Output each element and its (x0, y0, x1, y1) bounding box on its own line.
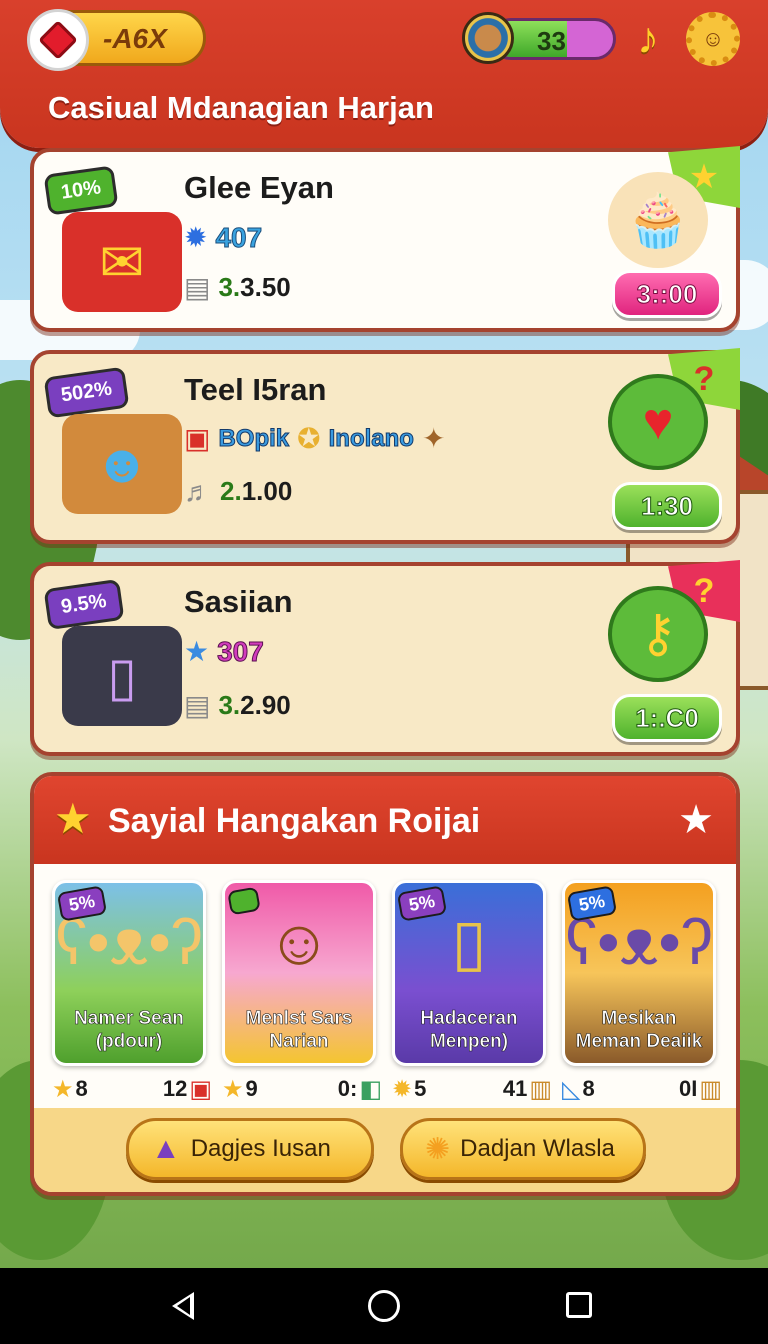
blue-gem-icon: ✹ (184, 222, 208, 253)
recents-icon[interactable] (566, 1292, 592, 1318)
panel-header: ★ Sayial Hangakan Roijai ★ (34, 776, 736, 864)
quest-card[interactable]: 502% ☻ Teel I5ran ▣ BOpik ✪ Inolano ✦ ♬ … (30, 348, 740, 544)
quest-card[interactable]: 10% ✉ Glee Eyan ✹ 407 ▤ 3.3.50 ★ 🧁 3::00 (30, 146, 740, 332)
compass-arrow-icon: ▲ (151, 1132, 181, 1165)
heart-icon: ♥ (608, 374, 708, 470)
page-title: Casiual Mdanagian Harjan (48, 90, 434, 125)
timer-button[interactable]: 3::00 (612, 270, 722, 318)
offer-card[interactable]: ▯ 5% Hadaceran Menpen) (392, 880, 546, 1066)
quest-tag-2: Inolano (328, 425, 414, 453)
gem-icon (27, 9, 89, 71)
quest-title: Sasiian (184, 584, 293, 619)
quest-cost: 3.2.90 (218, 690, 291, 720)
star-coin-icon: ✪ (297, 423, 321, 454)
quest-stat: 407 (215, 222, 263, 254)
cube-icon: ◧ (359, 1075, 382, 1103)
discount-badge: 9.5% (43, 578, 125, 631)
smartphone-icon: ▯ (62, 626, 182, 726)
paper-stack-icon: ▤ (184, 271, 211, 303)
home-icon[interactable] (368, 1290, 400, 1322)
level-progress[interactable]: 33 (462, 12, 616, 64)
button-label: Dadjan Wlasla (460, 1135, 615, 1162)
quest-title: Glee Eyan (184, 170, 334, 205)
red-chest-icon: ✉ (62, 212, 182, 312)
paper-stack-icon: ▤ (184, 689, 211, 721)
item-stats: ◺ 8 0I ▥ (562, 1075, 722, 1103)
favorite-star-icon[interactable]: ★ (678, 800, 714, 840)
item-stats: ★ 8 12 ▣ (52, 1075, 212, 1103)
discount-badge: 502% (43, 366, 130, 419)
level-value: 33 (537, 26, 566, 56)
sun-icon: ✺ (425, 1132, 451, 1166)
quest-cost: 3.3.50 (218, 272, 291, 302)
discount-badge: 10% (43, 165, 119, 216)
gift-icon: ▣ (184, 423, 211, 454)
quest-cost: 2.1.00 (220, 476, 293, 506)
back-icon[interactable] (172, 1292, 194, 1320)
music-note-icon: ♬ (184, 475, 212, 507)
ruler-icon: ▥ (699, 1075, 722, 1103)
system-navigation-bar (0, 1268, 768, 1344)
timer-button[interactable]: 1:.C0 (612, 694, 722, 742)
level-badge-icon (462, 12, 514, 64)
panel-footer: ▲ Dagjes Iusan ✺ Dadjan Wlasla (34, 1108, 736, 1192)
music-note-icon[interactable]: ♪ (626, 14, 670, 64)
star-icon: ★ (54, 795, 92, 842)
gem-currency-pill[interactable]: -A6X (27, 9, 206, 71)
quest-tag-1: BOpik (218, 425, 290, 453)
panel-title: Sayial Hangakan Roijai (108, 802, 481, 840)
item-name: Menlst Sars Narian (245, 1008, 353, 1053)
quest-title: Teel I5ran (184, 372, 327, 407)
special-offers-panel: ★ Sayial Hangakan Roijai ★ ʕ•ᴥ•ʔ 5% Name… (30, 772, 740, 1196)
dagjes-button[interactable]: ▲ Dagjes Iusan (126, 1118, 374, 1180)
blue-star-icon: ★ (184, 636, 210, 667)
offer-card[interactable]: ʕ•ᴥ•ʔ 5% Mesikan Meman Deaiik (562, 880, 716, 1066)
quest-stat: 307 (217, 636, 265, 668)
star-icon: ★ (222, 1075, 244, 1103)
gingerbread-icon: ✦ (421, 423, 446, 454)
button-label: Dagjes Iusan (190, 1135, 331, 1162)
offer-card[interactable]: ☺ Menlst Sars Narian (222, 880, 376, 1066)
item-stats: ✹ 5 41 ▥ (392, 1075, 552, 1103)
ruler-icon: ▥ (529, 1075, 552, 1103)
item-name: Namer Sean (pdour) (74, 1008, 184, 1053)
item-name: Mesikan Meman Deaiik (575, 1008, 703, 1053)
treasure-box-icon: ☻ (62, 414, 182, 514)
quest-card[interactable]: 9.5% ▯ Sasiian ★ 307 ▤ 3.2.90 ? ⚷ 1:.C0 (30, 560, 740, 756)
star-icon: ★ (52, 1075, 74, 1103)
dadjan-button[interactable]: ✺ Dadjan Wlasla (400, 1118, 646, 1180)
gold-gear-icon: ✹ (392, 1075, 413, 1103)
triangle-ruler-icon: ◺ (562, 1075, 581, 1103)
key-icon: ⚷ (608, 586, 708, 682)
item-name: Hadaceran Menpen) (420, 1008, 518, 1053)
timer-button[interactable]: 1:30 (612, 482, 722, 530)
cupcake-icon: 🧁 (608, 172, 708, 268)
gem-value: -A6X (103, 23, 167, 54)
gift-icon: ▣ (189, 1075, 212, 1103)
item-stats: ★ 9 0: ◧ (222, 1075, 382, 1103)
top-header: -A6X 33 ♪ ☺ Casiual Mdanagian Harjan (0, 0, 768, 148)
sun-settings-icon[interactable]: ☺ (686, 12, 740, 66)
offer-card[interactable]: ʕ•ᴥ•ʔ 5% Namer Sean (pdour) (52, 880, 206, 1066)
